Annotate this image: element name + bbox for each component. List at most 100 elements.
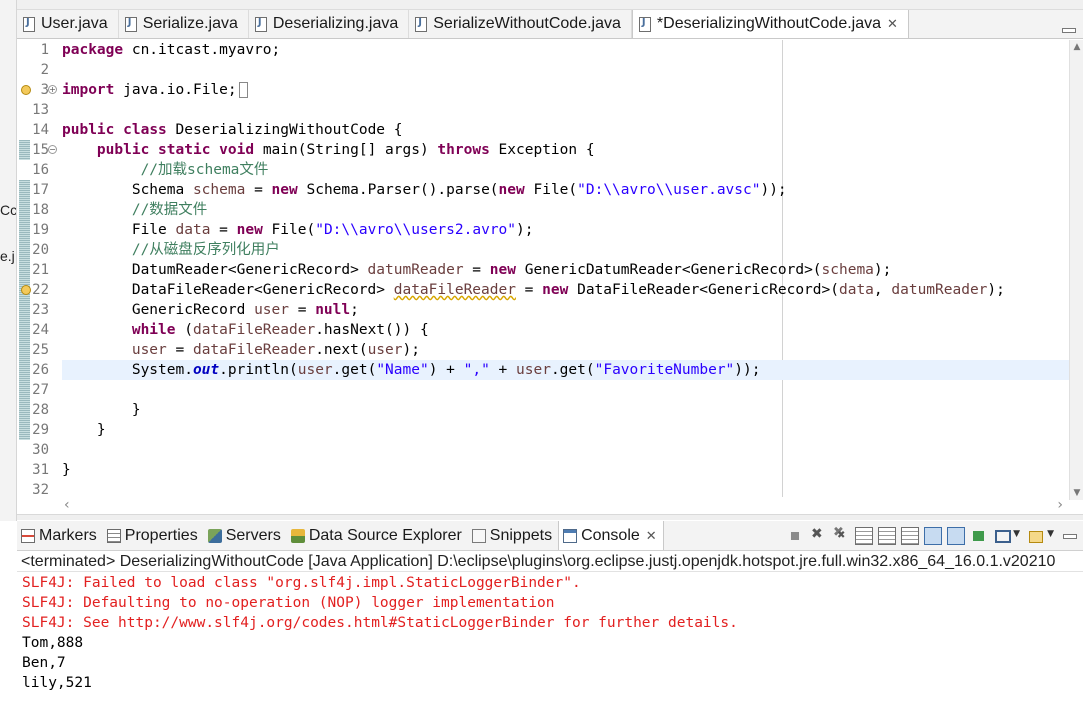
java-file-icon — [254, 16, 267, 32]
panel-splitter[interactable] — [17, 514, 1083, 520]
editor-horizontal-scrollbar[interactable]: ‹ › — [62, 497, 1069, 514]
tab-data-source-explorer[interactable]: Data Source Explorer — [287, 521, 468, 550]
line-number: 14 — [32, 122, 49, 138]
code-line[interactable]: //从磁盘反序列化用户 — [62, 240, 1069, 260]
tab-serialize-java[interactable]: Serialize.java — [119, 10, 249, 38]
tab-markers[interactable]: Markers — [17, 521, 103, 550]
console-line: lily,521 — [22, 675, 92, 691]
close-icon[interactable]: ✕ — [887, 16, 898, 32]
code-text: .get( — [332, 362, 377, 378]
show-on-stdout-icon[interactable] — [924, 526, 942, 545]
line-number: 17 — [32, 182, 49, 198]
tab-label: *DeserializingWithoutCode.java — [656, 15, 882, 32]
code-text: } — [62, 402, 141, 418]
code-line[interactable]: } — [62, 400, 1069, 420]
tab-label: Data Source Explorer — [308, 526, 462, 544]
current-code-line[interactable]: System.out.println(user.get("Name") + ",… — [62, 360, 1069, 380]
code-line[interactable]: } — [62, 460, 1069, 480]
scroll-down-arrow-icon[interactable]: ▼ — [1070, 488, 1083, 498]
scroll-up-arrow-icon[interactable]: ▲ — [1070, 42, 1083, 52]
code-line[interactable]: public static void main(String[] args) t… — [62, 140, 1069, 160]
close-icon[interactable]: ✕ — [646, 528, 657, 544]
terminate-icon[interactable] — [786, 527, 804, 545]
word-wrap-icon[interactable] — [901, 526, 919, 545]
editor-vertical-scrollbar[interactable]: ▲ ▼ — [1069, 40, 1083, 500]
code-line[interactable]: package cn.itcast.myavro; — [62, 40, 1069, 60]
code-text: .get( — [550, 362, 595, 378]
scroll-left-arrow-icon[interactable]: ‹ — [64, 497, 70, 513]
pin-console-icon[interactable] — [970, 527, 988, 545]
scroll-lock-icon[interactable] — [878, 526, 896, 545]
java-file-icon — [23, 16, 35, 32]
code-text: ); — [402, 342, 420, 358]
local-variable: user — [131, 342, 167, 358]
code-line[interactable]: Schema schema = new Schema.Parser().pars… — [62, 180, 1069, 200]
code-line[interactable]: DataFileReader<GenericRecord> dataFileRe… — [62, 280, 1069, 300]
tab-deserializing-without-code-java[interactable]: *DeserializingWithoutCode.java ✕ — [631, 10, 909, 38]
code-line[interactable]: File data = new File("D:\\avro\\users2.a… — [62, 220, 1069, 240]
line-number: 20 — [32, 242, 49, 258]
tab-deserializing-java[interactable]: Deserializing.java — [249, 10, 410, 38]
comment: //数据文件 — [62, 202, 208, 218]
code-text: DatumReader<GenericRecord> — [62, 262, 368, 278]
line-number: 32 — [32, 482, 49, 498]
code-text: GenericRecord — [62, 302, 255, 318]
tab-label: SerializeWithoutCode.java — [433, 15, 621, 32]
tab-console[interactable]: Console ✕ — [558, 521, 664, 550]
static-field: out — [192, 362, 220, 378]
tab-snippets[interactable]: Snippets — [468, 521, 558, 550]
remove-launch-icon[interactable] — [809, 526, 827, 545]
line-number: 31 — [32, 462, 49, 478]
code-line[interactable]: DatumReader<GenericRecord> datumReader =… — [62, 260, 1069, 280]
minimize-icon[interactable] — [1061, 24, 1077, 36]
console-toolbar — [786, 521, 1079, 550]
code-text: = — [166, 342, 193, 358]
clear-console-icon[interactable] — [855, 526, 873, 545]
code-line[interactable]: import java.io.File; — [62, 80, 1069, 100]
main-toolbar-edge — [17, 0, 1083, 10]
code-text: )); — [734, 362, 761, 378]
console-output[interactable]: SLF4J: Failed to load class "org.slf4j.i… — [17, 573, 1083, 721]
code-text: = — [515, 282, 543, 298]
code-editor[interactable]: + − 1 2 3 13 14 15 16 17 18 19 20 21 22 … — [17, 40, 1069, 500]
keyword: class — [123, 122, 167, 138]
tab-properties[interactable]: Properties — [103, 521, 204, 550]
line-number: 1 — [40, 42, 49, 58]
scroll-right-arrow-icon[interactable]: › — [1057, 497, 1063, 513]
code-text: Exception { — [489, 142, 595, 158]
tab-servers[interactable]: Servers — [204, 521, 287, 550]
code-line[interactable]: //加载schema文件 — [62, 160, 1069, 180]
code-text: java.io.File; — [114, 82, 237, 98]
local-variable-warning: dataFileReader — [393, 282, 516, 298]
tab-label: Servers — [225, 526, 281, 544]
code-text: = — [210, 222, 237, 238]
string-literal: "FavoriteNumber" — [594, 362, 735, 378]
console-line: SLF4J: Failed to load class "org.slf4j.i… — [22, 575, 581, 591]
tab-serialize-without-code-java[interactable]: SerializeWithoutCode.java — [409, 10, 632, 38]
open-console-icon[interactable] — [1027, 527, 1054, 545]
keyword: null — [315, 302, 351, 318]
code-text: File — [62, 222, 176, 238]
snippets-icon — [471, 528, 486, 543]
folded-imports-box[interactable] — [238, 82, 248, 98]
remove-all-terminated-icon[interactable] — [832, 525, 850, 545]
code-line[interactable]: GenericRecord user = null; — [62, 300, 1069, 320]
toolbar-spacer — [1016, 527, 1022, 545]
code-text: ); — [873, 262, 892, 278]
console-line: SLF4J: Defaulting to no-operation (NOP) … — [22, 595, 555, 611]
display-selected-console-icon[interactable] — [993, 527, 1020, 545]
code-line[interactable]: //数据文件 — [62, 200, 1069, 220]
tab-user-java[interactable]: User.java — [17, 10, 119, 38]
code-text: DataFileReader<GenericRecord>( — [568, 282, 839, 298]
show-on-stderr-icon[interactable] — [947, 526, 965, 545]
code-line[interactable]: while (dataFileReader.hasNext()) { — [62, 320, 1069, 340]
code-line[interactable]: public class DeserializingWithoutCode { — [62, 120, 1069, 140]
code-text: )); — [760, 182, 787, 198]
code-text-area[interactable]: package cn.itcast.myavro; import java.io… — [62, 40, 1069, 500]
string-literal: "Name" — [376, 362, 429, 378]
code-line[interactable]: } — [62, 420, 1069, 440]
code-text: System. — [62, 362, 193, 378]
code-line[interactable]: user = dataFileReader.next(user); — [62, 340, 1069, 360]
line-number: 30 — [32, 442, 49, 458]
minimize-icon[interactable] — [1061, 527, 1079, 545]
